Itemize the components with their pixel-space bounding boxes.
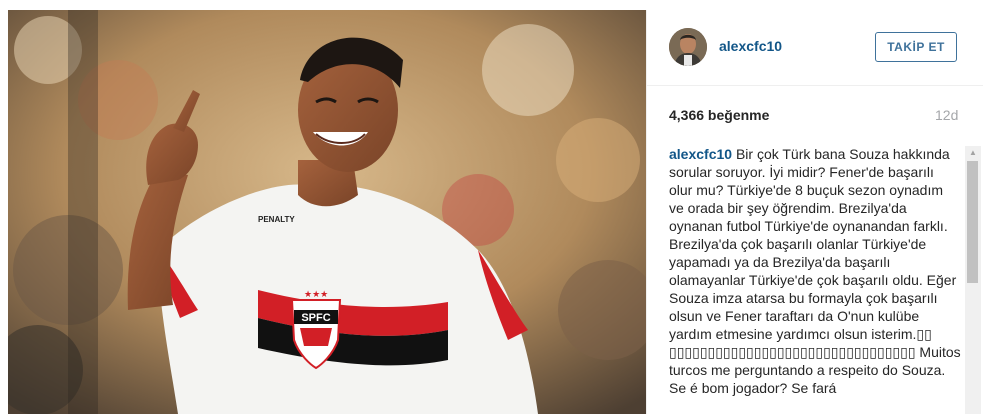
jersey-brand-text: PENALTY — [258, 215, 295, 224]
follow-button[interactable]: TAKİP ET — [875, 32, 957, 62]
post-sidebar: alexcfc10 TAKİP ET 4,366 beğenme 12d ale… — [646, 10, 983, 414]
scroll-up-arrow-icon[interactable]: ▲ — [965, 146, 981, 160]
post-photo[interactable]: SPFC ★★★ PENALTY — [8, 10, 646, 414]
post-stats: 4,366 beğenme 12d — [647, 86, 983, 142]
svg-text:★★★: ★★★ — [304, 289, 328, 299]
username[interactable]: alexcfc10 — [719, 38, 782, 54]
caption: alexcfc10 Bir çok Türk bana Souza hakkın… — [669, 143, 961, 397]
caption-username[interactable]: alexcfc10 — [669, 146, 732, 162]
post-timestamp[interactable]: 12d — [935, 107, 958, 123]
post-photo-illustration: SPFC ★★★ PENALTY — [8, 10, 646, 414]
avatar-image — [669, 28, 707, 66]
like-count[interactable]: 4,366 beğenme — [669, 107, 769, 123]
caption-container[interactable]: alexcfc10 Bir çok Türk bana Souza hakkın… — [669, 143, 961, 414]
post-header: alexcfc10 TAKİP ET — [647, 10, 983, 86]
caption-text: Bir çok Türk bana Souza hakkında sorular… — [669, 146, 961, 396]
avatar[interactable] — [669, 28, 707, 66]
caption-scrollbar[interactable]: ▲ — [965, 146, 981, 414]
scrollbar-thumb[interactable] — [967, 161, 978, 283]
instagram-post-page: SPFC ★★★ PENALTY alexcfc10 TAKİP ET 4,36… — [0, 0, 994, 414]
crest-text: SPFC — [301, 312, 330, 324]
